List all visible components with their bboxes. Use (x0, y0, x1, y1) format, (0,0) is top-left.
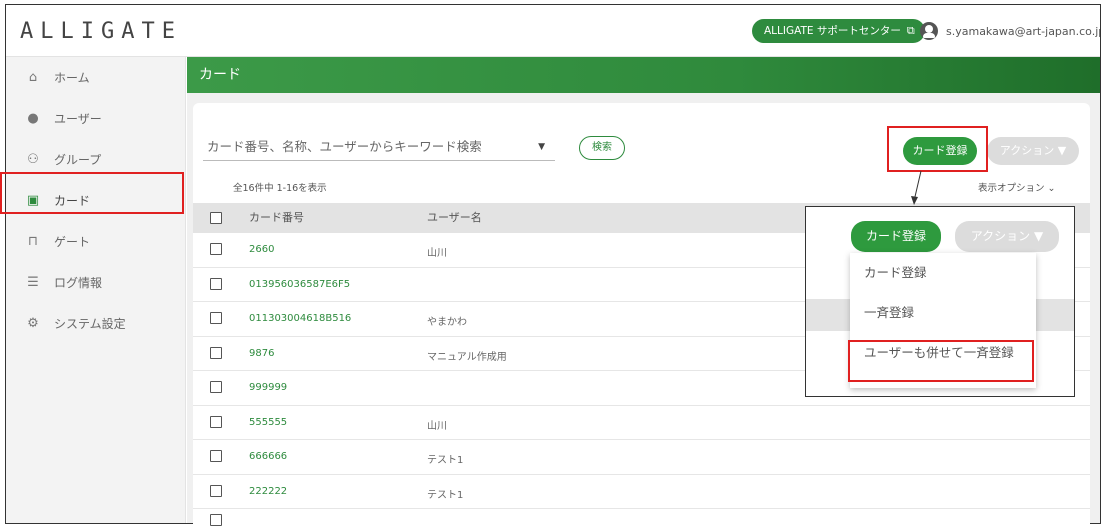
page-title: カード (187, 57, 1100, 93)
support-center-label: ALLIGATE サポートセンター (764, 25, 901, 37)
external-link-icon: ⧉ (906, 24, 915, 37)
highlight-card-nav (0, 172, 184, 214)
result-count: 全16件中 1-16を表示 (233, 183, 327, 194)
user-icon: ● (27, 111, 39, 126)
callout-action-button[interactable]: アクション ▼ (955, 221, 1059, 252)
action-button[interactable]: アクション ▼ (987, 137, 1079, 165)
search-button[interactable]: 検索 (579, 136, 625, 160)
sidebar-item-users[interactable]: ● ユーザー (6, 98, 185, 139)
home-icon: ⌂ (28, 70, 38, 85)
display-options-toggle[interactable]: 表示オプション ⌄ (978, 180, 1056, 194)
row-checkbox[interactable] (210, 415, 222, 428)
card-number-link[interactable]: 2660 (249, 244, 274, 255)
row-checkbox[interactable] (210, 312, 222, 324)
sidebar-item-label: ユーザー (54, 112, 102, 126)
chevron-down-icon: ⌄ (1047, 183, 1056, 194)
sidebar: ⌂ ホーム ● ユーザー ⚇ グループ ▣ カード ⊓ ゲート ☰ ログ情報 ⚙… (6, 57, 186, 523)
row-checkbox[interactable] (210, 346, 222, 359)
highlight-register-button (887, 126, 988, 172)
user-name: テスト1 (427, 455, 464, 466)
sidebar-item-label: ログ情報 (54, 276, 103, 290)
user-name: テスト1 (427, 489, 464, 501)
user-name: 山川 (427, 420, 447, 432)
user-avatar-icon (920, 22, 938, 40)
row-checkbox[interactable] (210, 484, 222, 497)
select-all-checkbox[interactable] (210, 212, 222, 224)
support-center-button[interactable]: ALLIGATE サポートセンター ⧉ (752, 19, 925, 43)
search-placeholder: カード番号、名称、ユーザーからキーワード検索 (207, 139, 482, 154)
card-number-link[interactable]: 555555 (249, 417, 287, 428)
sidebar-item-logs[interactable]: ☰ ログ情報 (6, 262, 185, 303)
sidebar-item-label: グループ (54, 153, 102, 167)
card-number-link[interactable]: 011303004618B516 (249, 313, 351, 324)
menu-item-bulk-register[interactable]: 一斉登録 (850, 293, 1036, 333)
sidebar-item-home[interactable]: ⌂ ホーム (6, 57, 185, 98)
sidebar-item-label: システム設定 (54, 317, 126, 331)
caret-down-icon: ▼ (538, 142, 545, 152)
callout-register-card-button[interactable]: カード登録 (851, 221, 941, 252)
sidebar-item-gates[interactable]: ⊓ ゲート (6, 221, 185, 262)
sidebar-item-label: ホーム (54, 71, 90, 85)
user-menu[interactable]: s.yamakawa@art-japan.co.jp ⌄ (920, 20, 1101, 42)
group-icon: ⚇ (27, 152, 39, 167)
top-bar: ALLIGATE ALLIGATE サポートセンター ⧉ s.yamakawa@a… (6, 5, 1100, 57)
row-checkbox[interactable] (210, 450, 222, 462)
gear-icon: ⚙ (27, 316, 39, 331)
alligate-logo[interactable]: ALLIGATE (20, 19, 182, 44)
row-checkbox[interactable] (210, 243, 222, 255)
column-header-card-number[interactable]: カード番号 (249, 203, 304, 233)
table-row[interactable] (193, 509, 1090, 526)
column-header-user-name[interactable]: ユーザー名 (427, 203, 482, 233)
highlight-bulk-register-with-users (848, 340, 1034, 382)
row-checkbox[interactable] (210, 381, 222, 393)
user-name: やまかわ (427, 317, 467, 328)
card-number-link[interactable]: 013956036587E6F5 (249, 279, 350, 290)
table-row[interactable]: 222222 テスト1 (193, 475, 1090, 509)
user-name: 山川 (427, 248, 447, 259)
user-email: s.yamakawa@art-japan.co.jp (946, 24, 1101, 38)
list-icon: ☰ (27, 275, 39, 290)
gate-icon: ⊓ (27, 234, 39, 249)
table-row[interactable]: 555555 山川 (193, 406, 1090, 440)
row-checkbox[interactable] (210, 514, 222, 526)
table-row[interactable]: 666666 テスト1 (193, 440, 1090, 475)
user-name: マニュアル作成用 (427, 351, 507, 363)
display-options-label: 表示オプション (978, 183, 1045, 194)
card-number-link[interactable]: 666666 (249, 451, 287, 462)
card-number-link[interactable]: 999999 (249, 382, 287, 393)
sidebar-item-label: ゲート (54, 235, 91, 249)
card-number-link[interactable]: 222222 (249, 486, 287, 497)
card-number-link[interactable]: 9876 (249, 348, 274, 359)
search-input[interactable]: カード番号、名称、ユーザーからキーワード検索 ▼ (203, 133, 555, 161)
menu-item-register-card[interactable]: カード登録 (850, 253, 1036, 293)
row-checkbox[interactable] (210, 277, 222, 290)
sidebar-item-system-settings[interactable]: ⚙ システム設定 (6, 303, 185, 344)
